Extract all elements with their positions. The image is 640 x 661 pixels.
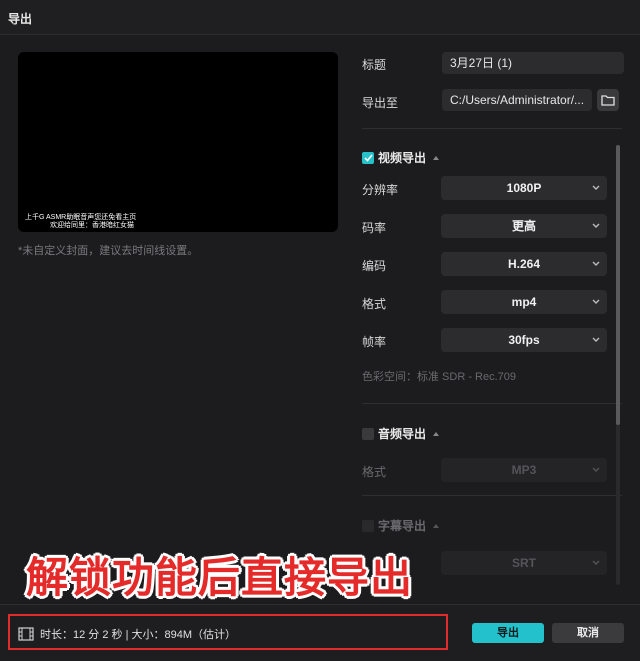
audio-format-select[interactable]: MP3 xyxy=(441,458,607,482)
framerate-select[interactable]: 30fps xyxy=(441,328,607,352)
collapse-caret-icon[interactable] xyxy=(433,155,440,160)
browse-folder-button[interactable] xyxy=(597,89,619,111)
subtitle-format-value: SRT xyxy=(512,556,536,570)
video-preview: 上千G ASMR助眠音声您还免看主页 欢迎给同里：香港暗红女猫 xyxy=(18,52,338,232)
subtitle-format-select[interactable]: SRT xyxy=(441,551,607,575)
divider xyxy=(362,403,622,404)
video-export-section[interactable]: 视频导出 xyxy=(362,149,440,166)
check-icon xyxy=(363,153,373,162)
collapse-caret-icon[interactable] xyxy=(433,523,440,528)
duration-size-text: 时长：12 分 2 秒 | 大小：894M（估计） xyxy=(40,629,237,641)
framerate-label: 帧率 xyxy=(362,335,387,349)
codec-select[interactable]: H.264 xyxy=(441,252,607,276)
bitrate-select[interactable]: 更高 xyxy=(441,214,607,238)
audio-export-checkbox[interactable] xyxy=(362,427,374,440)
cover-hint: *未自定义封面，建议去时间线设置。 xyxy=(18,245,199,257)
resolution-label: 分辨率 xyxy=(362,183,399,197)
title-bar: 导出 xyxy=(0,0,640,35)
collapse-caret-icon[interactable] xyxy=(433,431,440,436)
chevron-down-icon xyxy=(592,560,600,565)
unlock-banner: 解锁功能后直接导出 xyxy=(26,554,414,601)
chevron-down-icon xyxy=(592,299,600,304)
color-space-text: 色彩空间：标准 SDR - Rec.709 xyxy=(362,371,517,383)
preview-caption-line2: 欢迎给同里：香港暗红女猫 xyxy=(50,222,134,229)
title-input[interactable]: 3月27日 (1) xyxy=(442,52,624,74)
divider xyxy=(362,128,622,129)
codec-value: H.264 xyxy=(507,257,541,271)
resolution-select[interactable]: 1080P xyxy=(441,176,607,200)
export-info: 时长：12 分 2 秒 | 大小：894M（估计） xyxy=(18,626,236,642)
bitrate-label: 码率 xyxy=(362,221,387,235)
audio-export-section[interactable]: 音频导出 xyxy=(362,425,440,442)
framerate-value: 30fps xyxy=(508,333,540,347)
chevron-down-icon xyxy=(592,337,600,342)
audio-format-value: MP3 xyxy=(511,463,537,477)
video-export-checkbox[interactable] xyxy=(362,151,374,164)
window-title: 导出 xyxy=(8,12,33,26)
codec-label: 编码 xyxy=(362,259,387,273)
export-button[interactable]: 导出 xyxy=(472,623,544,643)
scrollbar-thumb[interactable] xyxy=(616,145,620,425)
bitrate-value: 更高 xyxy=(511,219,536,233)
format-value: mp4 xyxy=(511,295,537,309)
format-select[interactable]: mp4 xyxy=(441,290,607,314)
chevron-down-icon xyxy=(592,185,600,190)
film-icon xyxy=(18,627,34,641)
chevron-down-icon xyxy=(592,467,600,472)
audio-export-label: 音频导出 xyxy=(378,427,427,441)
chevron-down-icon xyxy=(592,223,600,228)
divider xyxy=(362,495,622,496)
resolution-value: 1080P xyxy=(506,181,542,195)
format-label: 格式 xyxy=(362,297,387,311)
export-to-label: 导出至 xyxy=(362,96,399,110)
title-label: 标题 xyxy=(362,58,387,72)
video-export-label: 视频导出 xyxy=(378,151,427,165)
cancel-button[interactable]: 取消 xyxy=(552,623,624,643)
chevron-down-icon xyxy=(592,261,600,266)
subtitle-export-section[interactable]: 字幕导出 xyxy=(362,517,440,534)
subtitle-export-checkbox[interactable] xyxy=(362,519,374,532)
export-path-input[interactable]: C:/Users/Administrator/... xyxy=(442,89,592,111)
folder-icon xyxy=(601,95,615,106)
audio-format-label: 格式 xyxy=(362,465,387,479)
subtitle-export-label: 字幕导出 xyxy=(378,519,427,533)
